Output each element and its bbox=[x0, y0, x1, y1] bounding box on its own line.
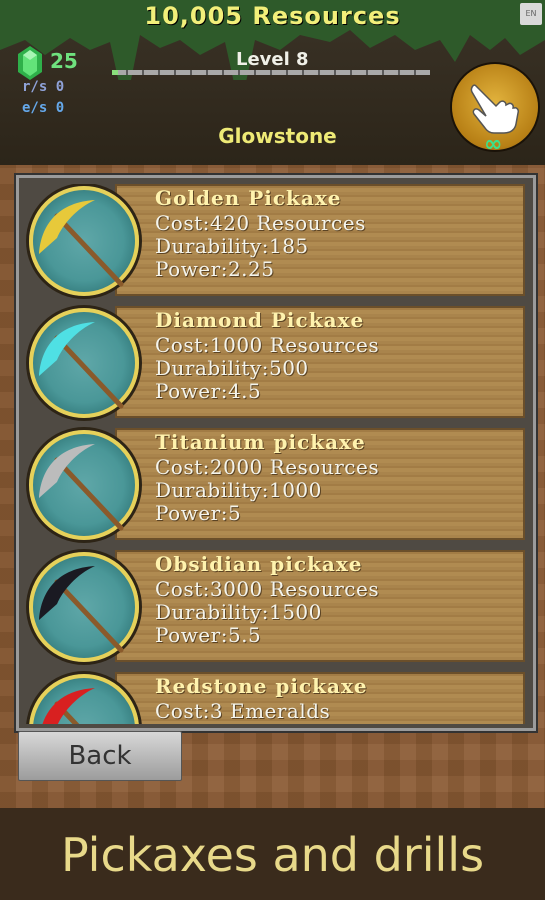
item-cost: Cost:3000 Resources bbox=[155, 577, 380, 601]
resources-counter: 10,005 Resources bbox=[144, 2, 401, 30]
titanium-pickaxe-icon bbox=[39, 444, 124, 531]
hand-pointer-icon bbox=[470, 84, 519, 134]
item-medallion bbox=[29, 674, 139, 724]
shop-item-golden-pickaxe[interactable]: Golden Pickaxe Cost:420 Resources Durabi… bbox=[25, 184, 525, 300]
item-name: Golden Pickaxe bbox=[155, 186, 342, 210]
shop-list[interactable]: Golden Pickaxe Cost:420 Resources Durabi… bbox=[25, 184, 527, 724]
auto-click-count: ∞ bbox=[484, 132, 503, 157]
emerald-icon bbox=[18, 46, 42, 80]
caption-text: Pickaxes and drills bbox=[60, 828, 485, 882]
item-cost: Cost:1000 Resources bbox=[155, 333, 380, 357]
item-power: Power:5.5 bbox=[155, 623, 262, 647]
level-progress-fill bbox=[112, 70, 119, 75]
shop-item-diamond-pickaxe[interactable]: Diamond Pickaxe Cost:1000 Resources Dura… bbox=[25, 306, 525, 422]
item-medallion bbox=[29, 308, 139, 418]
item-durability: Durability:500 bbox=[155, 356, 309, 380]
item-name: Diamond Pickaxe bbox=[155, 308, 365, 332]
item-power: Power:2.25 bbox=[155, 257, 275, 281]
item-power: Power:4.5 bbox=[155, 379, 262, 403]
item-cost: Cost:2000 Resources bbox=[155, 455, 380, 479]
emerald-count: 25 bbox=[50, 49, 78, 73]
shop-item-obsidian-pickaxe[interactable]: Obsidian pickaxe Cost:3000 Resources Dur… bbox=[25, 550, 525, 666]
item-cost: Cost:420 Resources bbox=[155, 211, 366, 235]
resources-per-second: r/s 0 bbox=[22, 79, 65, 95]
item-medallion bbox=[29, 552, 139, 662]
item-medallion bbox=[29, 186, 139, 296]
level-label: Level 8 bbox=[236, 49, 309, 70]
redstone-pickaxe-icon bbox=[42, 688, 95, 724]
item-power: Power:5 bbox=[155, 501, 242, 525]
top-bar: 10,005 Resources EN 25 r/s 0 e/s 0 Level… bbox=[0, 0, 545, 165]
item-durability: Durability:1500 bbox=[155, 600, 322, 624]
item-name: Obsidian pickaxe bbox=[155, 552, 363, 576]
shop-item-titanium-pickaxe[interactable]: Titanium pickaxe Cost:2000 Resources Dur… bbox=[25, 428, 525, 544]
item-durability: Durability:1000 bbox=[155, 478, 322, 502]
item-cost: Cost:3 Emeralds bbox=[155, 699, 331, 723]
obsidian-pickaxe-icon bbox=[39, 566, 124, 653]
item-medallion bbox=[29, 430, 139, 540]
caption-banner: Pickaxes and drills bbox=[0, 808, 545, 900]
language-button[interactable]: EN bbox=[520, 3, 542, 25]
item-name: Redstone pickaxe bbox=[155, 674, 368, 698]
level-progress-bar bbox=[112, 70, 430, 75]
shop-list-frame: Golden Pickaxe Cost:420 Resources Durabi… bbox=[16, 175, 536, 731]
emeralds-per-second: e/s 0 bbox=[22, 100, 65, 116]
back-button[interactable]: Back bbox=[18, 731, 182, 781]
shop-item-redstone-pickaxe[interactable]: Redstone pickaxe Cost:3 Emeralds bbox=[25, 672, 525, 724]
item-name: Titanium pickaxe bbox=[155, 430, 366, 454]
diamond-pickaxe-icon bbox=[39, 322, 124, 409]
item-durability: Durability:185 bbox=[155, 234, 309, 258]
golden-pickaxe-icon bbox=[39, 200, 124, 287]
